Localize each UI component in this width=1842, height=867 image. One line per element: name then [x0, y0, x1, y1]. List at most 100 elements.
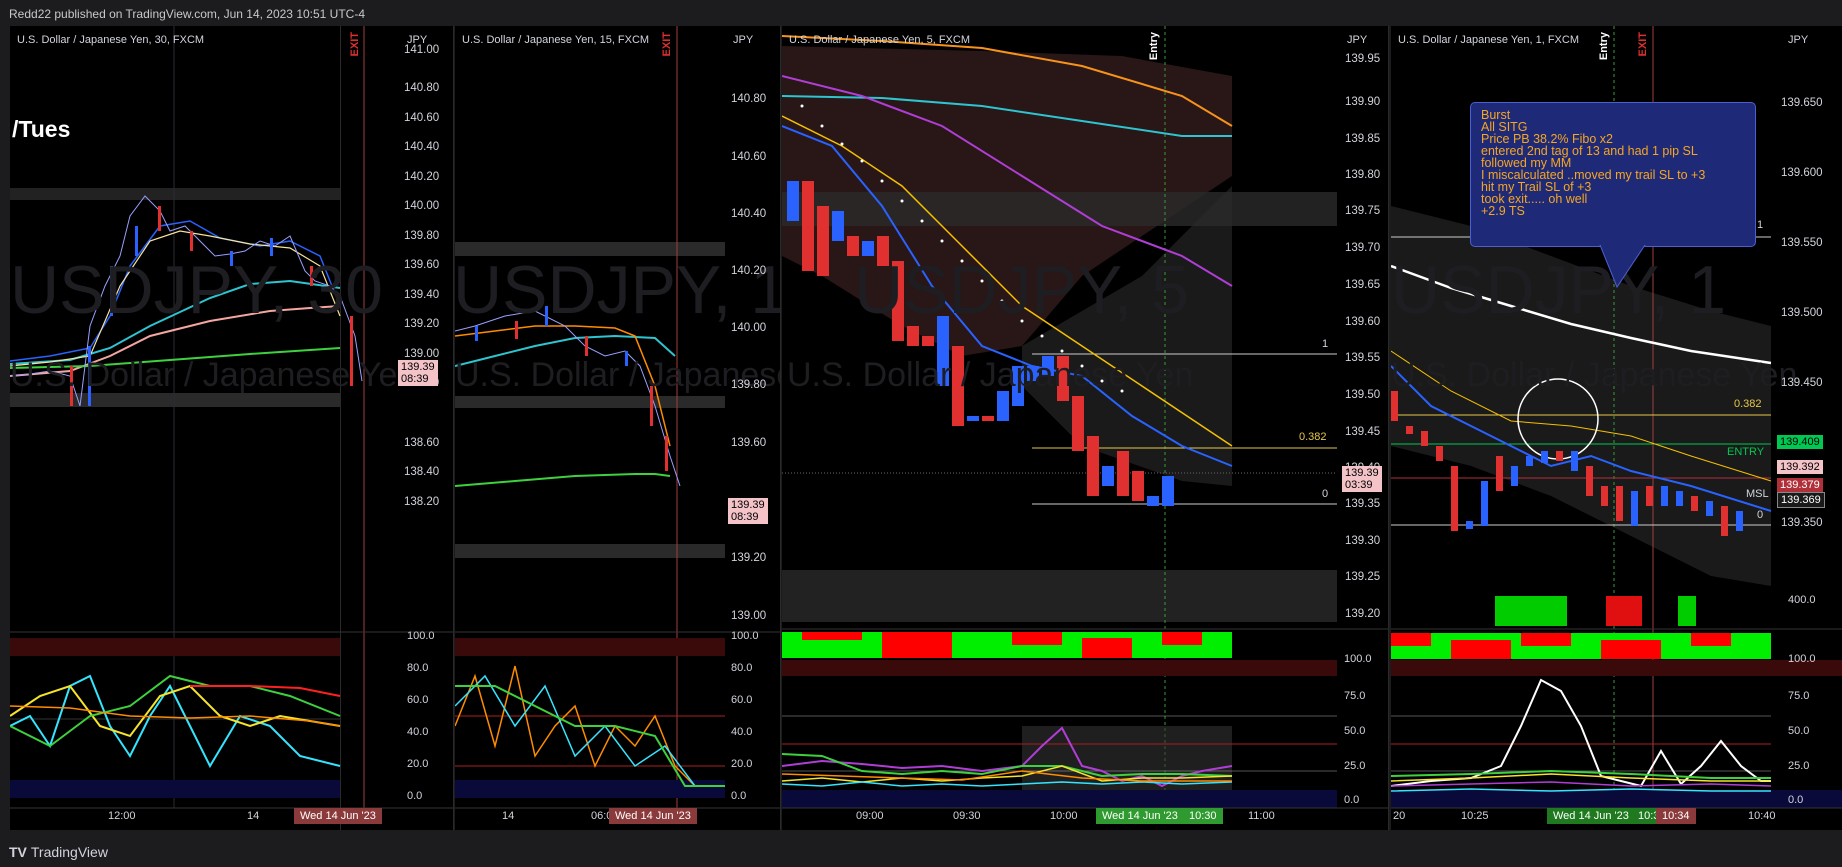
crosshair-date-tag-entry: Wed 14 Jun '23 10:32	[1547, 808, 1672, 824]
entry-marker: Entry	[1598, 32, 1610, 61]
watermark-symbol: USDJPY, 5	[854, 252, 1190, 328]
price-tag-exit: 139.379	[1777, 478, 1823, 492]
price-tick: 139.500	[1781, 307, 1823, 319]
chart-title[interactable]: U.S. Dollar / Japanese Yen, 1, FXCM	[1398, 34, 1579, 46]
indicator-tick: 40.0	[731, 726, 753, 738]
last-price: 139.39	[1345, 467, 1379, 479]
fib-level-0382: 0.382	[1299, 431, 1327, 443]
msl-label: MSL	[1746, 488, 1769, 500]
price-tick: 139.60	[404, 259, 440, 271]
currency-label: JPY	[1788, 34, 1809, 46]
price-tick: 139.55	[1345, 352, 1381, 364]
price-tick: 139.25	[1345, 571, 1381, 583]
price-tag-msl-value: 139.369	[1781, 494, 1821, 506]
exit-marker: EXIT	[349, 32, 361, 57]
entry-marker: Entry	[1148, 32, 1160, 61]
price-tick: 139.95	[1345, 53, 1381, 65]
chart-pane-30m[interactable]: USDJPY, 30 U.S. Dollar / Japanese Yen U.…	[10, 26, 454, 830]
fib-level-1: 1	[1757, 219, 1764, 231]
time-tick: 10:00	[1050, 810, 1078, 822]
chart-pane-15m[interactable]: USDJPY, 15 U.S. Dollar / Japanese Yen U.…	[455, 26, 781, 830]
price-tick: 139.550	[1781, 237, 1823, 249]
price-tick: 139.350	[1781, 517, 1823, 529]
price-tick: 140.80	[404, 82, 440, 94]
price-tick: 138.60	[404, 437, 440, 449]
indicator-tick: 25.0	[1788, 760, 1810, 772]
price-tag-exit-value: 139.379	[1780, 479, 1820, 491]
price-tick: 139.80	[1345, 169, 1381, 181]
indicator-tick: 25.0	[1344, 760, 1366, 772]
last-price-tag: 139.39 03:39	[1342, 466, 1382, 492]
volume-axis-tick: 400.0	[1788, 594, 1816, 606]
time-tick: 20	[1393, 810, 1406, 822]
price-tick: 140.40	[404, 141, 440, 153]
indicator-tick: 75.0	[1788, 690, 1810, 702]
bar-countdown: 08:39	[731, 511, 759, 523]
fib-level-0382: 0.382	[1734, 398, 1762, 410]
exit-marker: EXIT	[661, 32, 673, 57]
price-tick: 139.60	[731, 437, 767, 449]
price-tick: 140.60	[404, 112, 440, 124]
time-tick: 12:00	[108, 810, 136, 822]
publisher-bar: Redd22 published on TradingView.com, Jun…	[0, 0, 1842, 26]
price-tick: 139.30	[1345, 535, 1381, 547]
crosshair-time-tag-exit: 10:34	[1656, 808, 1696, 824]
watermark-symbol: USDJPY, 1	[1391, 252, 1727, 328]
tradingview-logo[interactable]: TV TradingView	[9, 844, 108, 860]
watermark-name: U.S. Dollar / Japanese Yen	[787, 356, 1194, 394]
day-annotation: /Tues	[12, 116, 71, 142]
last-price: 139.39	[401, 361, 435, 373]
price-tick: 139.70	[1345, 242, 1381, 254]
price-tick: 141.00	[404, 44, 440, 56]
publisher-text: Redd22 published on TradingView.com, Jun…	[9, 7, 366, 21]
price-tick: 138.20	[404, 496, 440, 508]
chart-canvas-30m[interactable]	[10, 26, 453, 830]
indicator-tick: 100.0	[407, 630, 435, 642]
price-tick: 140.20	[404, 171, 440, 183]
note-line: +2.9 TS	[1481, 204, 1525, 218]
callout-pointer	[1599, 245, 1646, 289]
price-tick: 139.45	[1345, 426, 1381, 438]
indicator-tick: 0.0	[1788, 794, 1804, 806]
price-tick: 139.40	[404, 289, 440, 301]
price-tag-entry-value: 139.409	[1780, 436, 1820, 448]
time-tick: 14	[247, 810, 260, 822]
price-tick: 139.60	[1345, 316, 1381, 328]
price-tick: 139.00	[404, 348, 440, 360]
logo-text: TradingView	[30, 844, 108, 860]
indicator-tick: 75.0	[1344, 690, 1366, 702]
fib-level-0: 0	[1757, 509, 1764, 521]
chart-pane-5m[interactable]: USDJPY, 5 U.S. Dollar / Japanese Yen U.S…	[782, 26, 1389, 830]
chart-title[interactable]: U.S. Dollar / Japanese Yen, 5, FXCM	[789, 34, 970, 46]
trade-note-callout[interactable]: Burst All SITG Price PB 38.2% Fibo x2 en…	[1470, 102, 1756, 247]
price-tick: 140.20	[731, 265, 767, 277]
indicator-tick: 40.0	[407, 726, 429, 738]
price-tick: 140.40	[731, 208, 767, 220]
bar-countdown: 08:39	[401, 373, 429, 385]
watermark-name: U.S. Dollar / Japanese Yen	[1391, 356, 1798, 394]
oscillator-5m	[782, 660, 1337, 808]
chart-title[interactable]: U.S. Dollar / Japanese Yen, 30, FXCM	[17, 34, 204, 46]
crosshair-date-tag: Wed 14 Jun '23	[294, 808, 382, 824]
crosshair-date: Wed 14 Jun '23	[1102, 810, 1178, 822]
chart-canvas-5m[interactable]	[782, 26, 1388, 830]
price-tick: 140.80	[731, 93, 767, 105]
crosshair-date-tag: Wed 14 Jun '23	[609, 808, 697, 824]
watermark-symbol: USDJPY, 15	[455, 252, 780, 328]
chart-canvas-15m[interactable]	[455, 26, 780, 830]
indicator-tick: 60.0	[731, 694, 753, 706]
price-tick: 140.60	[731, 151, 767, 163]
last-price-tag: 139.39 08:39	[728, 498, 768, 524]
price-tag-msl: 139.369	[1777, 492, 1825, 508]
price-tick: 140.00	[731, 322, 767, 334]
chart-title[interactable]: U.S. Dollar / Japanese Yen, 15, FXCM	[462, 34, 649, 46]
price-tick: 139.50	[1345, 389, 1381, 401]
oscillator-30m	[10, 638, 341, 798]
watermark-name: U.S. Dollar / Japanese Yen	[10, 356, 417, 394]
price-tick: 139.75	[1345, 205, 1381, 217]
oscillator-15m	[455, 638, 725, 798]
indicator-tick: 0.0	[1344, 794, 1360, 806]
price-tick: 139.20	[1345, 608, 1381, 620]
price-tick: 139.85	[1345, 133, 1381, 145]
oscillator-1m	[1391, 660, 1842, 808]
